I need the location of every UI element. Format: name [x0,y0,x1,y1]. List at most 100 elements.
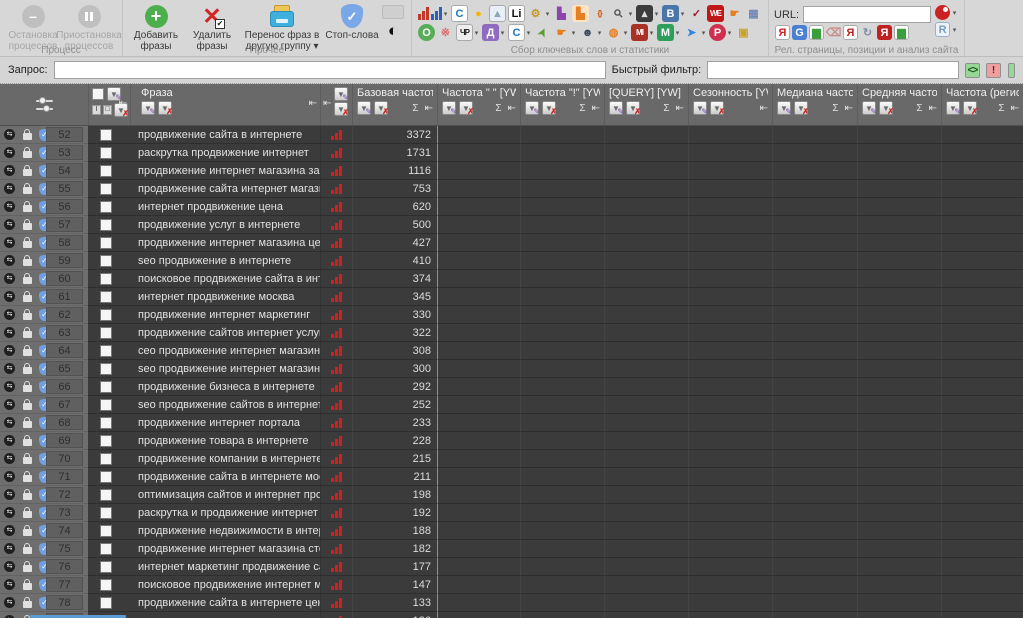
phrase-chart-icon[interactable] [331,435,342,446]
select-mode-button[interactable]: I [92,105,101,115]
filter-clear-button[interactable]: ▼ ✗ [459,101,474,116]
phrase-cell[interactable]: продвижение компании в интернете [130,450,320,468]
gear-icon[interactable]: ⚙ ▾ [527,5,551,22]
row-checkbox[interactable] [100,164,112,177]
yandex-red-icon[interactable]: Я [877,25,892,40]
phrase-cell[interactable]: интернет продвижение москва [130,288,320,306]
column-header-avg[interactable]: Средняя частота ▼✎▼✗ Σ ⇤ [857,84,941,125]
phrase-cell[interactable]: seo продвижение сайтов в интернете [130,396,320,414]
search-icon[interactable]: ⚲ ▾ [610,5,634,22]
phrase-cell[interactable]: продвижение услуг в интернете [130,216,320,234]
phrase-chart-icon[interactable] [331,525,342,536]
phrase-chart-icon[interactable] [331,309,342,320]
lock-icon[interactable] [23,344,32,356]
spy-icon[interactable]: ☻ ▾ [579,24,603,41]
wordstat-blue-icon[interactable]: ▾ [431,7,449,20]
vk-icon[interactable]: B ▾ [662,5,686,22]
lock-icon[interactable] [23,308,32,320]
phrase-chart-icon[interactable] [331,273,342,284]
row-update-icon[interactable]: ⇆ [4,363,15,374]
row-checkbox[interactable] [100,254,112,267]
phrase-cell[interactable]: сео продвижение интернет магазина [130,342,320,360]
filter-edit-button[interactable]: ▼ ✎ [862,101,877,116]
select-all-checkbox[interactable] [92,88,104,100]
row-update-icon[interactable]: ⇆ [4,507,15,518]
filter-edit-button[interactable]: ▼ ✎ [141,101,156,116]
row-checkbox[interactable] [100,578,112,591]
google-colors-icon[interactable]: ● [470,5,487,22]
phrase-chart-icon[interactable] [331,291,342,302]
pin-button[interactable]: ⇤ [1011,103,1019,114]
phrase-chart-icon[interactable] [331,345,342,356]
lock-icon[interactable] [23,416,32,428]
lock-icon[interactable] [23,290,32,302]
serpstat-icon[interactable]: C [451,5,468,22]
liveinternet-icon[interactable]: Li [508,5,525,22]
phrase-cell[interactable]: продвижение интернет магазина стоимость [130,540,320,558]
analysis-pie-button[interactable]: ▾ [935,5,959,20]
lock-icon[interactable] [23,596,32,608]
phrase-cell[interactable]: продвижение сайта в интернете [130,126,320,144]
grid-icon[interactable]: ▦ [745,5,762,22]
pin-icon[interactable]: ⇤ [323,98,331,109]
phrase-cell[interactable]: продвижение сайта интернет магазина [130,180,320,198]
lock-icon[interactable] [23,236,32,248]
row-update-icon[interactable]: ⇆ [4,327,15,338]
phrase-cell[interactable]: продвижение сайта в интернете цена [130,594,320,612]
chart-green-2-icon[interactable]: ▆ [894,25,909,40]
filter-clear-button[interactable]: ▼ ✗ [374,101,389,116]
row-checkbox[interactable] [100,128,112,141]
lock-icon[interactable] [23,200,32,212]
column-header-median[interactable]: Медиана частот ▼ ✎ ▼ ✗ Σ ⇤ [772,84,857,125]
row-update-icon[interactable]: ⇆ [4,237,15,248]
serpstat-2-icon[interactable]: C ▾ [508,24,532,41]
phrase-chart-icon[interactable] [331,255,342,266]
m-green-icon[interactable]: M ▾ [657,24,681,41]
row-checkbox[interactable] [100,272,112,285]
row-update-icon[interactable]: ⇆ [4,579,15,590]
phrase-chart-icon[interactable] [331,579,342,590]
filter-edit-button[interactable]: ▼ ✎ [777,101,792,116]
row-checkbox[interactable] [100,506,112,519]
row-checkbox[interactable] [100,146,112,159]
pin-button[interactable]: ⇤ [929,103,937,114]
phrase-cell[interactable]: раскрутка продвижение интернет [130,144,320,162]
row-update-icon[interactable]: ⇆ [4,543,15,554]
lock-icon[interactable] [23,506,32,518]
pin-button[interactable]: ⇤ [592,103,600,114]
sum-button[interactable]: Σ [832,103,838,114]
chart-orange-icon[interactable]: ▙ [572,5,589,22]
sum-button[interactable]: Σ [998,103,1004,114]
lock-icon[interactable] [23,146,32,158]
row-checkbox[interactable] [100,182,112,195]
row-checkbox[interactable] [100,398,112,411]
yandex-icon[interactable]: Я [775,25,790,40]
phrase-cell[interactable]: продвижение сайта в интернете москва [130,468,320,486]
phrase-chart-icon[interactable] [331,183,342,194]
filter-edit-button[interactable]: ▼ ✎ [334,87,349,102]
row-checkbox[interactable] [100,290,112,303]
lock-icon[interactable] [23,218,32,230]
row-update-icon[interactable]: ⇆ [4,381,15,392]
row-update-icon[interactable]: ⇆ [4,255,15,266]
column-header-season[interactable]: Сезонность [YW ▼ ✎ ▼ ✗ ⇤ [688,84,772,125]
row-update-icon[interactable]: ⇆ [4,399,15,410]
row-update-icon[interactable]: ⇆ [4,597,15,608]
sum-button[interactable]: Σ [579,103,585,114]
row-checkbox[interactable] [100,362,112,375]
filter-clear-button[interactable]: ▼ ✗ [879,101,894,116]
phrase-chart-icon[interactable] [331,201,342,212]
phrase-chart-icon[interactable] [331,453,342,464]
filter-clear-button[interactable]: ▼ ✗ [542,101,557,116]
phrase-cell[interactable]: заказать продвижение в интернете [130,612,320,618]
lock-icon[interactable] [23,398,32,410]
phrase-cell[interactable]: продвижение товара в интернете [130,432,320,450]
row-update-icon[interactable]: ⇆ [4,561,15,572]
lock-icon[interactable] [23,488,32,500]
phrase-chart-icon[interactable] [331,471,342,482]
hand-2-icon[interactable]: ☛ ▾ [553,24,577,41]
column-settings-icon[interactable] [35,97,53,113]
row-checkbox[interactable] [100,470,112,483]
lock-icon[interactable] [23,434,32,446]
phrase-cell[interactable]: поисковое продвижение интернет магазина [130,576,320,594]
